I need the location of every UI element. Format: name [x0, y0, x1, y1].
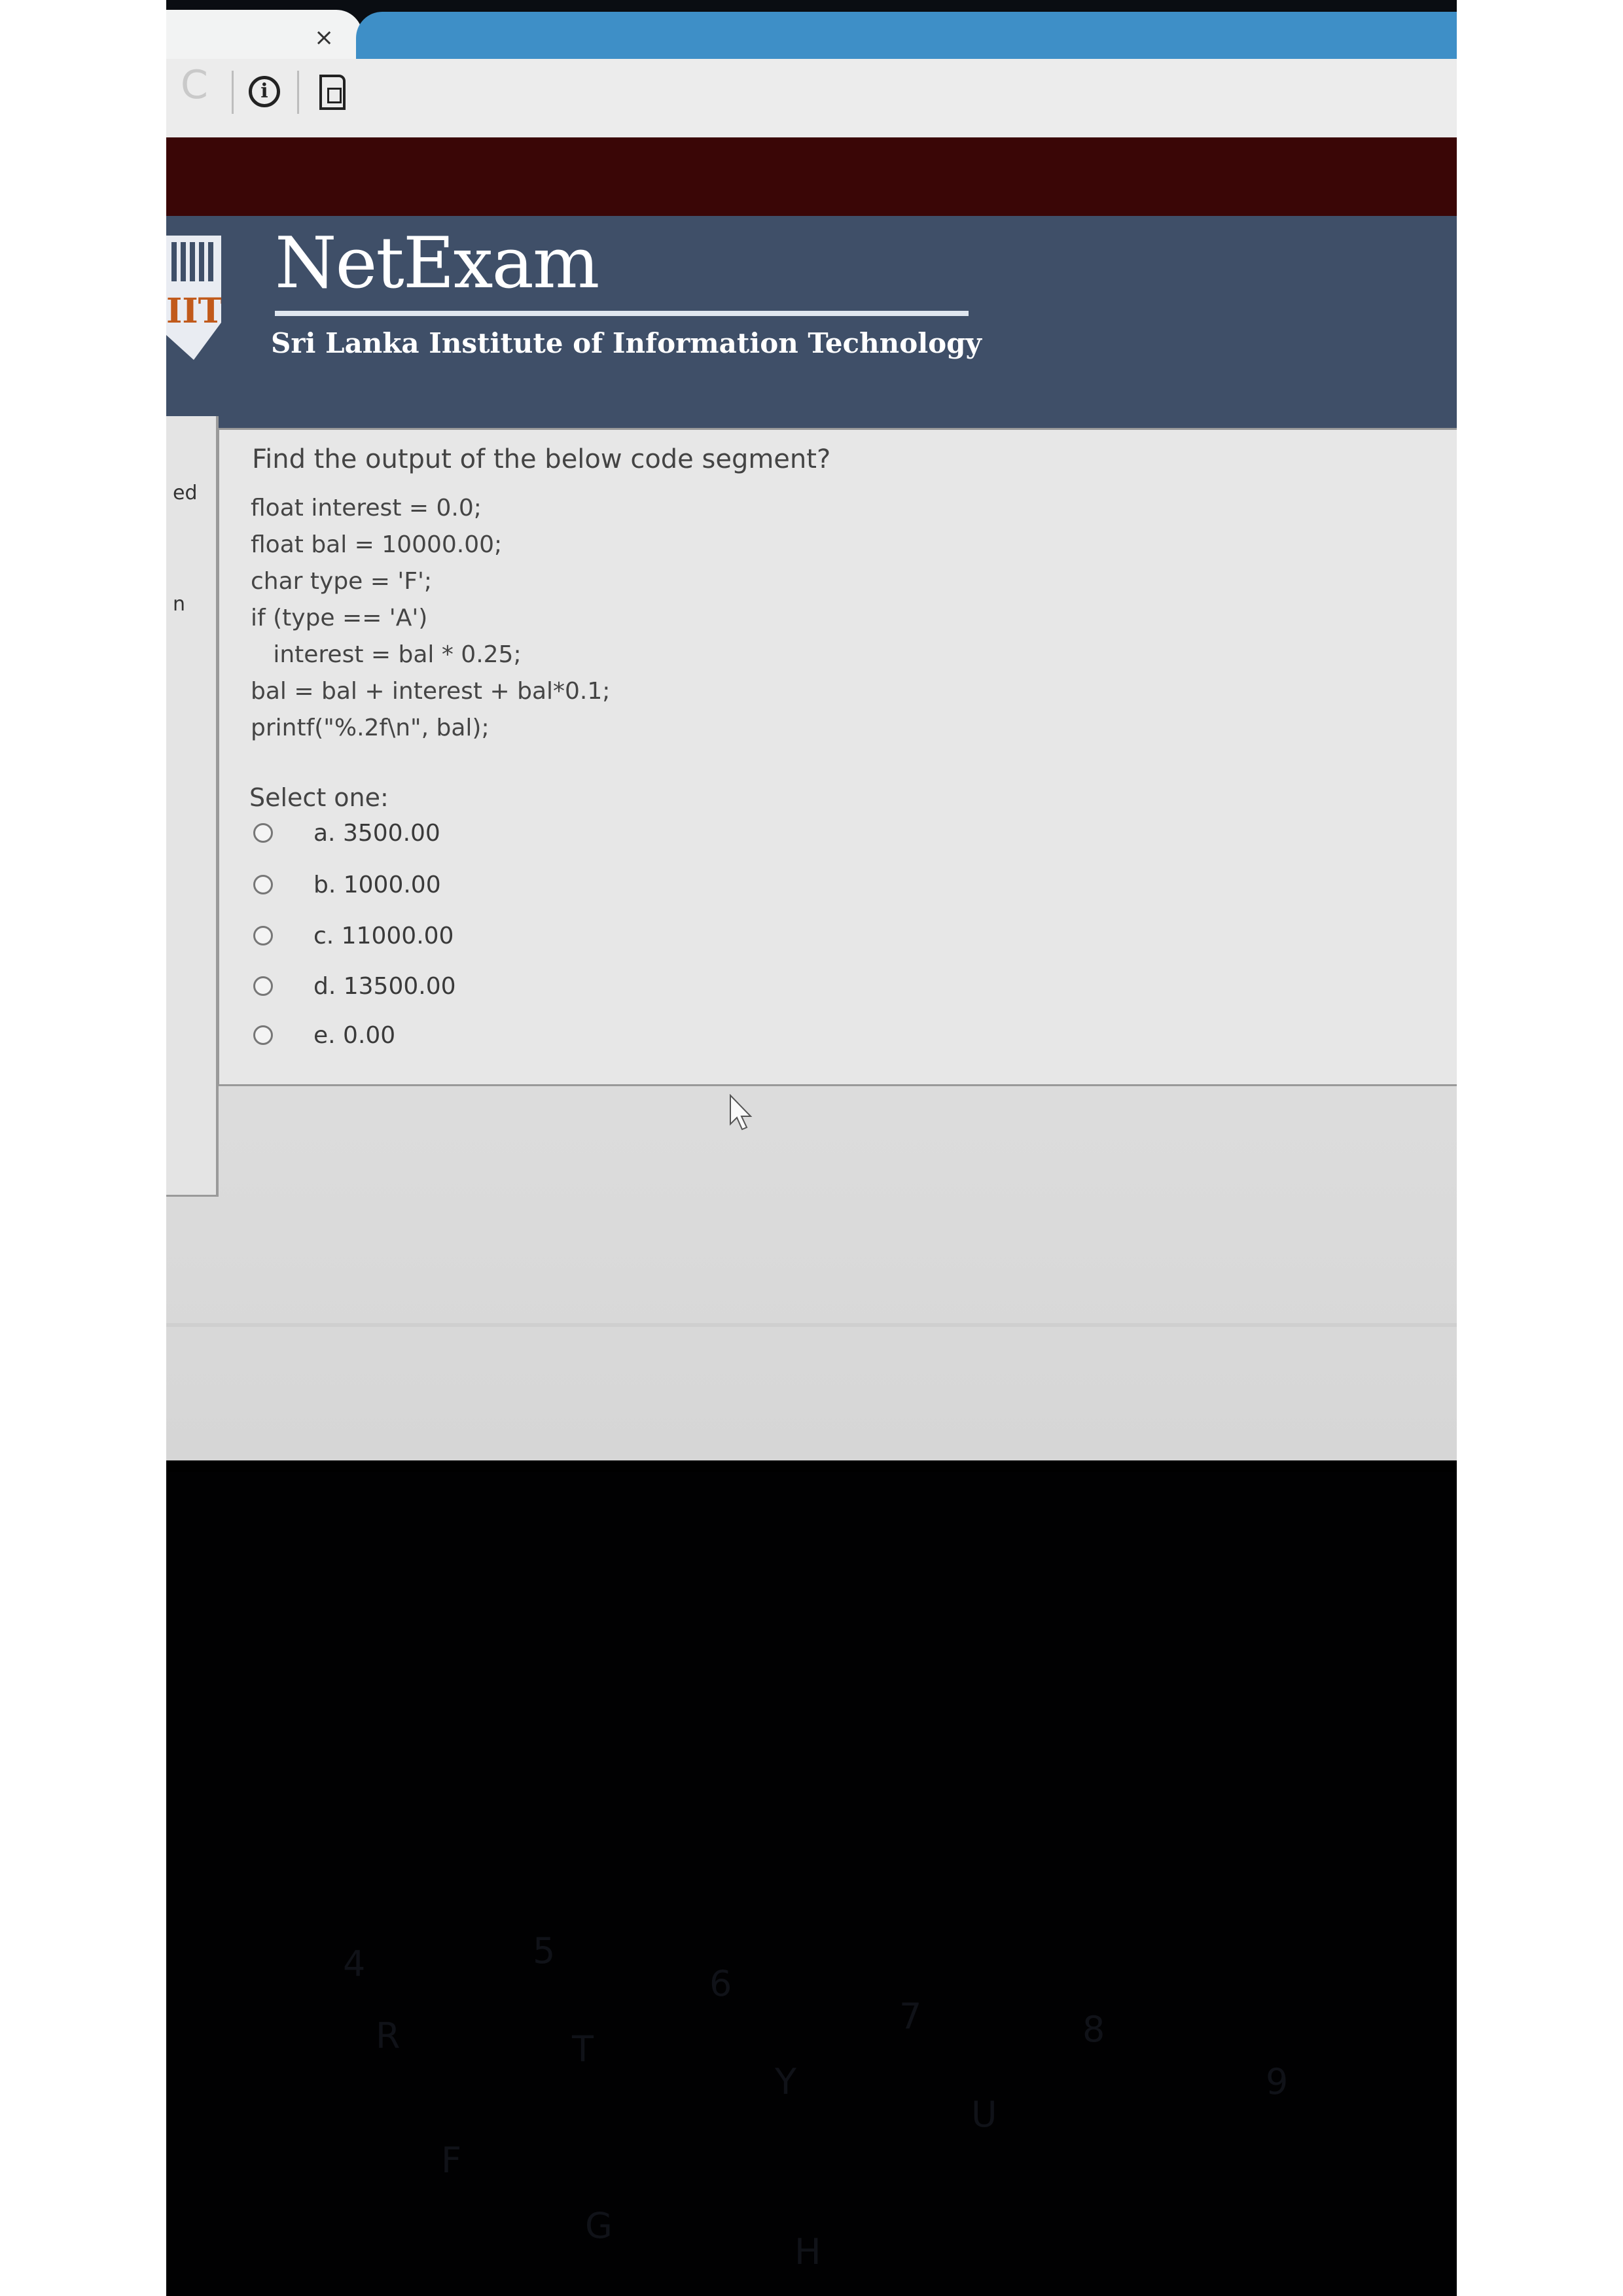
keyboard-key: U — [971, 2094, 997, 2135]
document-icon[interactable] — [319, 75, 346, 110]
radio-button[interactable] — [253, 976, 273, 996]
site-subtitle: Sri Lanka Institute of Information Techn… — [271, 327, 982, 359]
mouse-cursor-icon — [730, 1094, 753, 1131]
answer-option-label[interactable]: d. 13500.00 — [313, 973, 456, 1000]
radio-button[interactable] — [253, 823, 273, 843]
question-card: Find the output of the below code segmen… — [217, 428, 1457, 1086]
keyboard-key: 5 — [533, 1930, 556, 1971]
keyboard-key: 7 — [899, 1996, 922, 2037]
keyboard-key: G — [585, 2205, 613, 2246]
keyboard-key: 6 — [709, 1963, 732, 2004]
keyboard-key: Y — [775, 2061, 796, 2102]
info-panel-text: ed — [173, 482, 198, 504]
answer-option[interactable]: b. 1000.00 — [253, 865, 441, 904]
keyboard-key: T — [572, 2028, 594, 2070]
answer-option-label[interactable]: e. 0.00 — [313, 1022, 395, 1049]
info-panel-text: n — [173, 593, 186, 616]
site-title[interactable]: NetExam — [275, 222, 599, 304]
answer-option-label[interactable]: c. 11000.00 — [313, 923, 454, 949]
keyboard-key: R — [376, 2015, 401, 2057]
page-divider — [166, 1323, 1457, 1327]
tab-close-icon[interactable]: × — [314, 24, 334, 51]
keyboard-key: H — [794, 2231, 821, 2272]
keyboard-key: F — [441, 2140, 462, 2181]
question-prompt: Find the output of the below code segmen… — [252, 444, 831, 474]
answer-option-label[interactable]: a. 3500.00 — [313, 820, 440, 847]
monitor-screen: × C i IIT NetExam Sri Lanka Institute of… — [166, 0, 1457, 2296]
keyboard-key: 4 — [343, 1943, 366, 1985]
logo-text: IIT — [166, 291, 224, 331]
answer-option[interactable]: d. 13500.00 — [253, 966, 456, 1006]
answer-option[interactable]: c. 11000.00 — [253, 916, 454, 955]
radio-button[interactable] — [253, 1025, 273, 1045]
site-info-icon[interactable]: i — [249, 76, 280, 107]
reload-icon[interactable]: C — [181, 65, 208, 105]
answer-option-label[interactable]: b. 1000.00 — [313, 872, 441, 898]
radio-button[interactable] — [253, 926, 273, 945]
logo-grid-icon — [171, 242, 217, 281]
answer-option[interactable]: e. 0.00 — [253, 1016, 395, 1055]
select-one-label: Select one: — [249, 783, 389, 812]
answer-option[interactable]: a. 3500.00 — [253, 813, 440, 853]
site-header: IIT NetExam Sri Lanka Institute of Infor… — [166, 216, 1457, 440]
top-navbar — [166, 137, 1457, 229]
keyboard-key: 9 — [1266, 2061, 1289, 2102]
quiz-info-panel: ed n — [166, 416, 219, 1197]
toolbar-separator — [297, 71, 299, 114]
code-segment: float interest = 0.0; float bal = 10000.… — [251, 495, 611, 741]
sliit-logo: IIT — [166, 236, 221, 360]
page-content: ed n Find the output of the below code s… — [166, 416, 1457, 1460]
radio-button[interactable] — [253, 875, 273, 894]
title-underline — [275, 311, 969, 316]
toolbar-separator — [232, 71, 234, 114]
keyboard-key: 8 — [1082, 2009, 1105, 2050]
keyboard-area: 4 5 R T 6 Y 7 U 8 9 F G H — [166, 1472, 1457, 2296]
address-bar: C i — [166, 59, 1457, 137]
